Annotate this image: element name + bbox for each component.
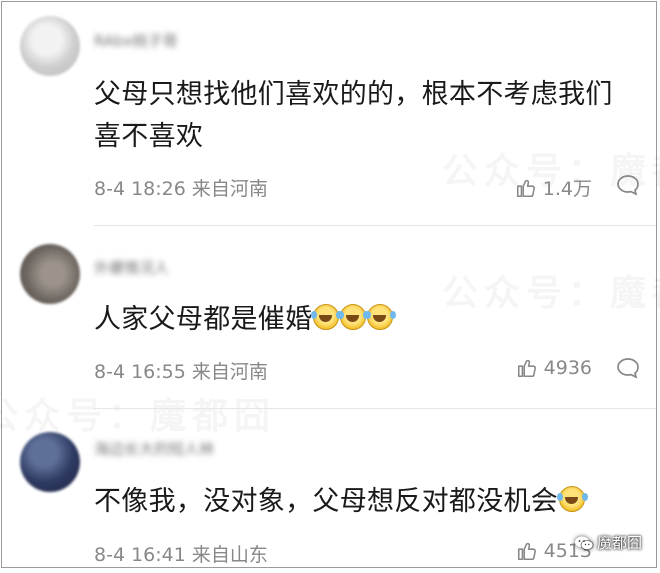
- username[interactable]: 海边长大的短人林: [94, 440, 214, 458]
- avatar[interactable]: [20, 16, 80, 76]
- comment-item: 海边长大的短人林 不像我，没对象，父母想反对都没机会 8-4 16:41 来自山…: [2, 408, 656, 573]
- comment-meta: 8-4 18:26 来自河南: [94, 174, 268, 201]
- username[interactable]: 外螺情况人: [94, 259, 169, 277]
- comment-time: 8-4 16:55: [94, 361, 186, 383]
- divider: [94, 225, 656, 226]
- comment-location: 来自河南: [191, 361, 268, 383]
- comment-item: RAbx桃子哥 父母只想找他们喜欢的的，根本不考虑我们喜不喜欢 8-4 18:2…: [2, 2, 656, 225]
- comment-text-body: 不像我，没对象，父母想反对都没机会: [94, 486, 559, 517]
- comment-text: 人家父母都是催婚: [94, 299, 632, 341]
- comment-location: 来自山东: [191, 544, 268, 566]
- avatar[interactable]: [20, 244, 80, 304]
- comment-meta: 8-4 16:41 来自山东: [94, 540, 268, 567]
- comment-text: 不像我，没对象，父母想反对都没机会: [94, 481, 632, 523]
- avatar[interactable]: [20, 432, 80, 492]
- divider: [94, 408, 656, 409]
- wechat-icon: [574, 536, 594, 550]
- laughing-crying-emoji-icon: [311, 304, 340, 330]
- reply-bubble-icon[interactable]: [616, 357, 640, 379]
- comment-time: 8-4 18:26: [94, 178, 186, 200]
- brand-label: 魔都囧: [596, 534, 642, 552]
- laughing-crying-emoji-icon: [338, 304, 367, 330]
- laughing-crying-emoji-icon: [557, 486, 586, 512]
- username[interactable]: RAbx桃子哥: [94, 32, 177, 50]
- comment-time: 8-4 16:41: [94, 544, 186, 566]
- like-button[interactable]: 4936: [516, 357, 592, 379]
- like-count: 1.4万: [542, 178, 592, 200]
- like-button[interactable]: 1.4万: [515, 174, 592, 201]
- comment-location: 来自河南: [191, 178, 268, 200]
- laughing-crying-emoji-icon: [365, 304, 394, 330]
- comment-list: 公众号：魔都囧 公众号：魔都囧 公众号：魔都囧 RAbx桃子哥 父母只想找他们喜…: [0, 1, 660, 568]
- reply-bubble-icon[interactable]: [616, 174, 640, 196]
- thumbs-up-icon: [516, 179, 535, 197]
- comment-text: 父母只想找他们喜欢的的，根本不考虑我们喜不喜欢: [94, 79, 613, 152]
- comment-meta: 8-4 16:55 来自河南: [94, 357, 268, 384]
- comment-item: 外螺情况人 人家父母都是催婚 8-4 16:55 来自河南 4936: [2, 225, 656, 408]
- like-count: 4936: [543, 357, 592, 379]
- brand-badge: 魔都囧: [570, 530, 646, 555]
- thumbs-up-icon: [517, 542, 536, 561]
- thumbs-up-icon: [517, 359, 536, 378]
- comment-text-body: 人家父母都是催婚: [94, 304, 313, 335]
